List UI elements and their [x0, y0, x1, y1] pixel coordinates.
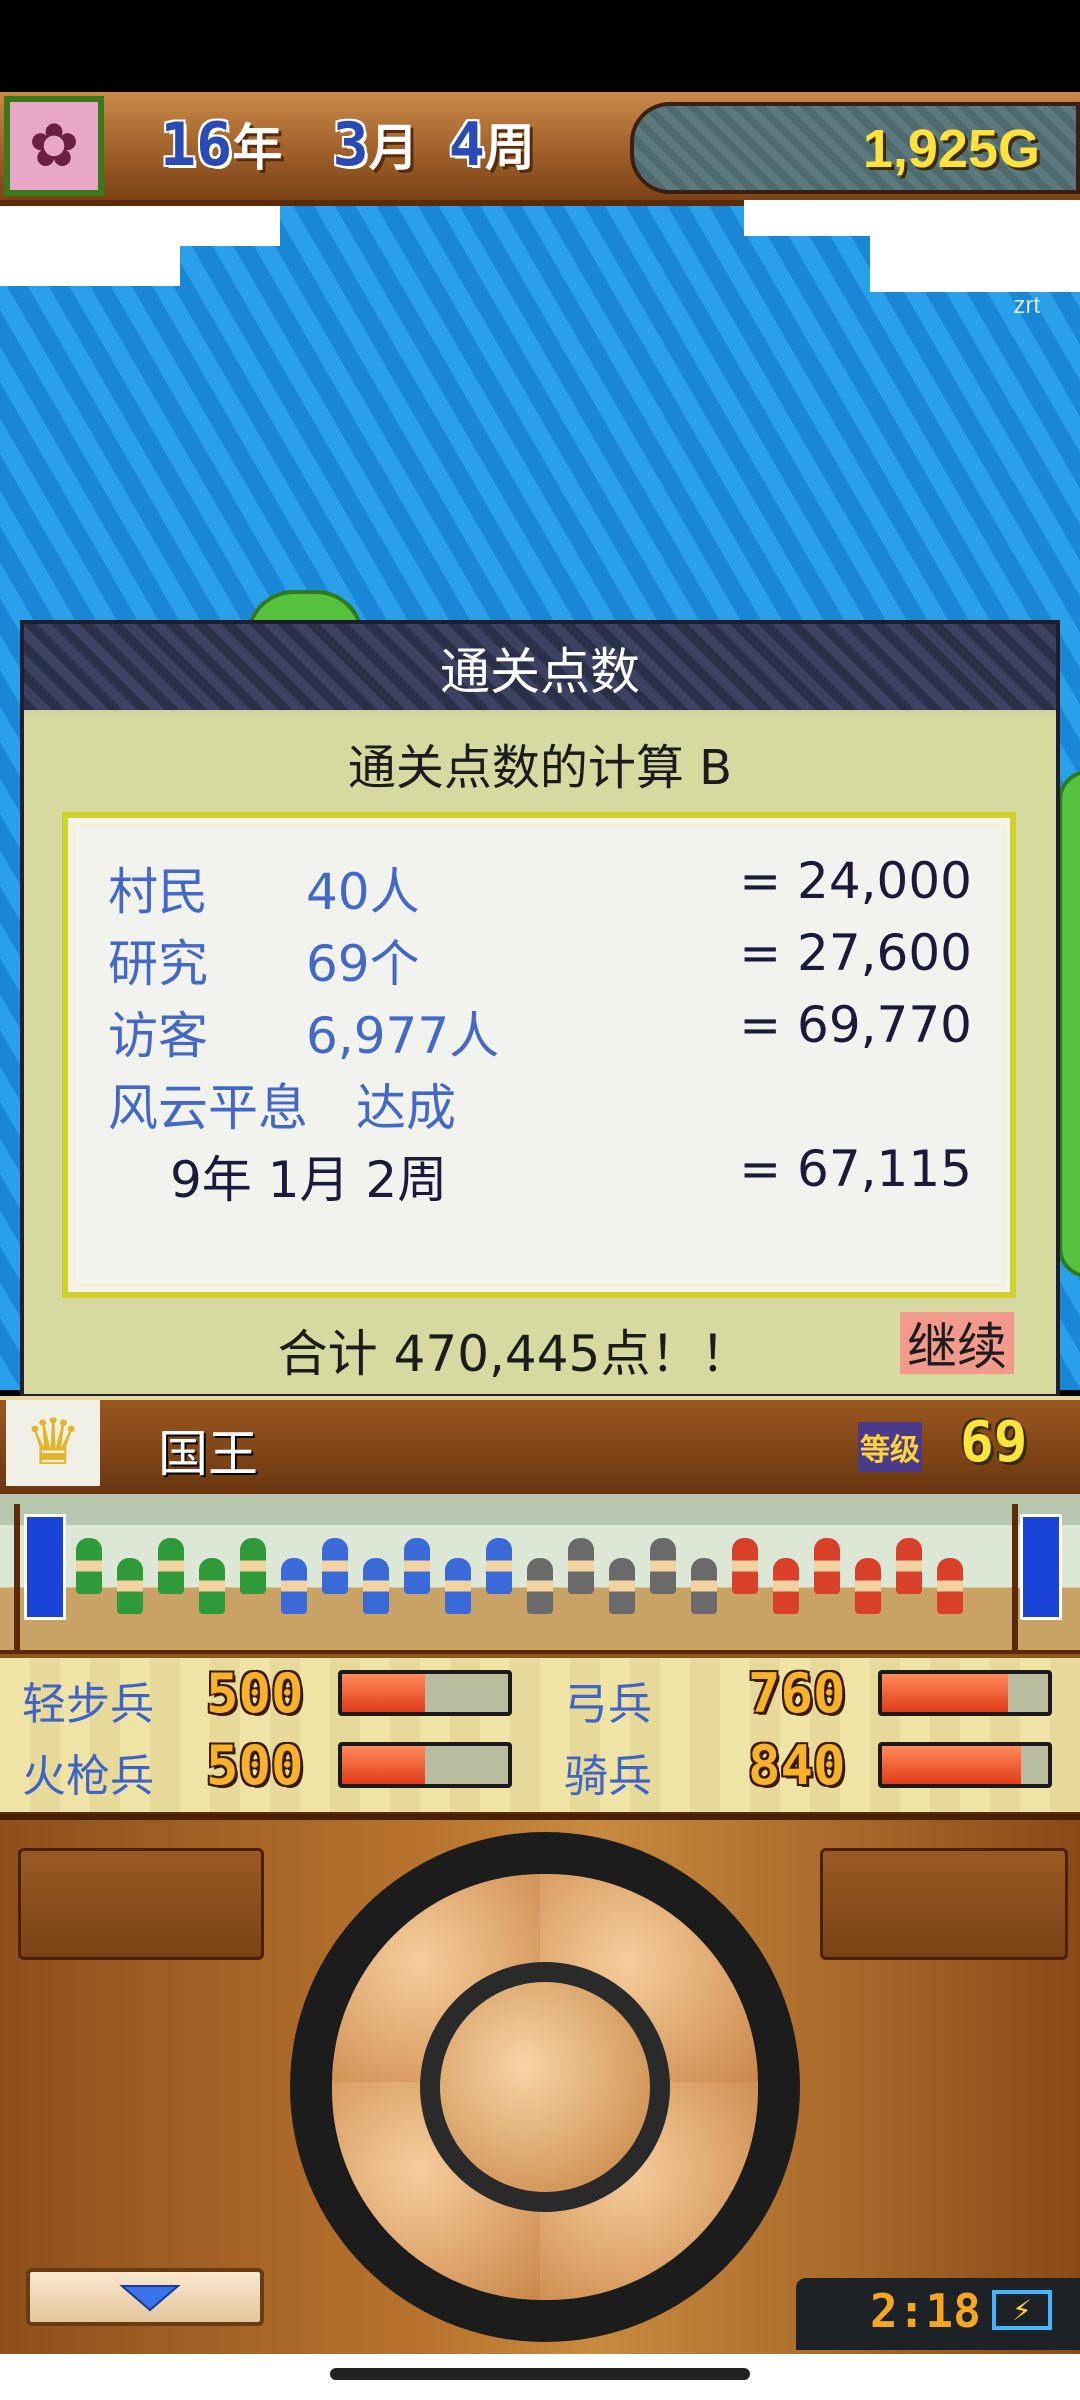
soldier: [773, 1558, 799, 1614]
row-label: 研究: [108, 935, 208, 993]
battery-icon: ⚡: [992, 2290, 1052, 2330]
troop-name: 火枪兵: [22, 1751, 154, 1802]
soldier: [732, 1538, 758, 1594]
soldier: [363, 1558, 389, 1614]
month-number: 3: [332, 110, 369, 180]
total-points: 合计 470,445点！！: [277, 1325, 751, 1383]
troop-count: 500: [206, 1734, 304, 1797]
row-label: 访客: [108, 1007, 208, 1065]
soldier: [691, 1558, 717, 1614]
soldier: [527, 1558, 553, 1614]
crown-icon: ♛: [6, 1400, 100, 1486]
troop-bar: [878, 1670, 1052, 1716]
cloud: [0, 206, 280, 246]
month-unit: 月: [368, 119, 419, 177]
soldier: [445, 1558, 471, 1614]
watermark: zrt: [1013, 292, 1040, 319]
ruler-name: 国王: [158, 1425, 258, 1483]
soldier: [281, 1558, 307, 1614]
gold-amount: 1,925G: [862, 119, 1040, 179]
soldier: [404, 1538, 430, 1594]
center-button[interactable]: [440, 1982, 650, 2192]
week-number: 4: [448, 110, 485, 180]
troop-count: 760: [748, 1662, 846, 1725]
soldier: [158, 1538, 184, 1594]
troop-name: 轻步兵: [22, 1679, 154, 1730]
left-shoulder-button[interactable]: [18, 1848, 264, 1960]
dialog-subtitle: 通关点数的计算 B: [347, 740, 733, 796]
row-result: = 69,770: [739, 996, 972, 1054]
soldier: [199, 1558, 225, 1614]
soldier: [568, 1538, 594, 1594]
troop-bar: [338, 1742, 512, 1788]
continue-button[interactable]: 继续: [900, 1312, 1014, 1376]
level-label: 等级: [858, 1422, 922, 1472]
flag-pole: [1012, 1504, 1018, 1650]
menu-toggle-button[interactable]: [26, 2268, 264, 2326]
status-bar: [0, 0, 1080, 92]
flag-icon: [24, 1514, 66, 1620]
week-unit: 周: [484, 119, 535, 177]
cloud: [0, 256, 70, 286]
troop-bar-fill: [882, 1746, 1022, 1784]
avatar-icon[interactable]: ✿: [4, 96, 104, 196]
soldier: [240, 1538, 266, 1594]
troop-bar-fill: [342, 1746, 425, 1784]
soldier: [117, 1558, 143, 1614]
soldier: [322, 1538, 348, 1594]
soldier: [896, 1538, 922, 1594]
cloud: [870, 236, 1080, 292]
soldier: [814, 1538, 840, 1594]
row-result: = 24,000: [739, 852, 972, 910]
dropdown-arrow-icon: [119, 2285, 181, 2312]
soldiers: [76, 1538, 1006, 1628]
achievement-result: = 67,115: [739, 1140, 972, 1198]
troop-count: 840: [748, 1734, 846, 1797]
soldier: [486, 1538, 512, 1594]
soldier: [937, 1558, 963, 1614]
clock: 2:18: [870, 2284, 981, 2338]
year-number: 16: [160, 110, 233, 180]
troop-bar-fill: [342, 1674, 425, 1712]
troop-bar: [338, 1670, 512, 1716]
row-value: 40人: [306, 863, 420, 921]
troop-bar: [878, 1742, 1052, 1788]
achievement-date: 9年 1月 2周: [170, 1151, 448, 1209]
row-value: 6,977人: [306, 1007, 500, 1065]
home-indicator[interactable]: [330, 2368, 750, 2380]
troop-name: 弓兵: [564, 1679, 652, 1730]
achievement-status: 达成: [356, 1079, 456, 1137]
level-value: 69: [960, 1410, 1028, 1475]
cloud: [744, 200, 1080, 236]
soldier: [855, 1558, 881, 1614]
troop-bar-fill: [882, 1674, 1009, 1712]
soldier: [609, 1558, 635, 1614]
troop-name: 骑兵: [564, 1751, 652, 1802]
troop-count: 500: [206, 1662, 304, 1725]
flag-pole: [14, 1504, 20, 1650]
achievement-label: 风云平息: [108, 1079, 308, 1137]
year-unit: 年: [232, 119, 283, 177]
dialog-title: 通关点数: [440, 643, 640, 701]
row-label: 村民: [108, 863, 208, 921]
soldier: [650, 1538, 676, 1594]
row-value: 69个: [306, 935, 420, 993]
soldier: [76, 1538, 102, 1594]
right-shoulder-button[interactable]: [820, 1848, 1068, 1960]
date-display: 16年 3月 4周: [160, 108, 535, 180]
flag-icon: [1020, 1514, 1062, 1620]
row-result: = 27,600: [739, 924, 972, 982]
land-tile: [1058, 770, 1080, 1278]
